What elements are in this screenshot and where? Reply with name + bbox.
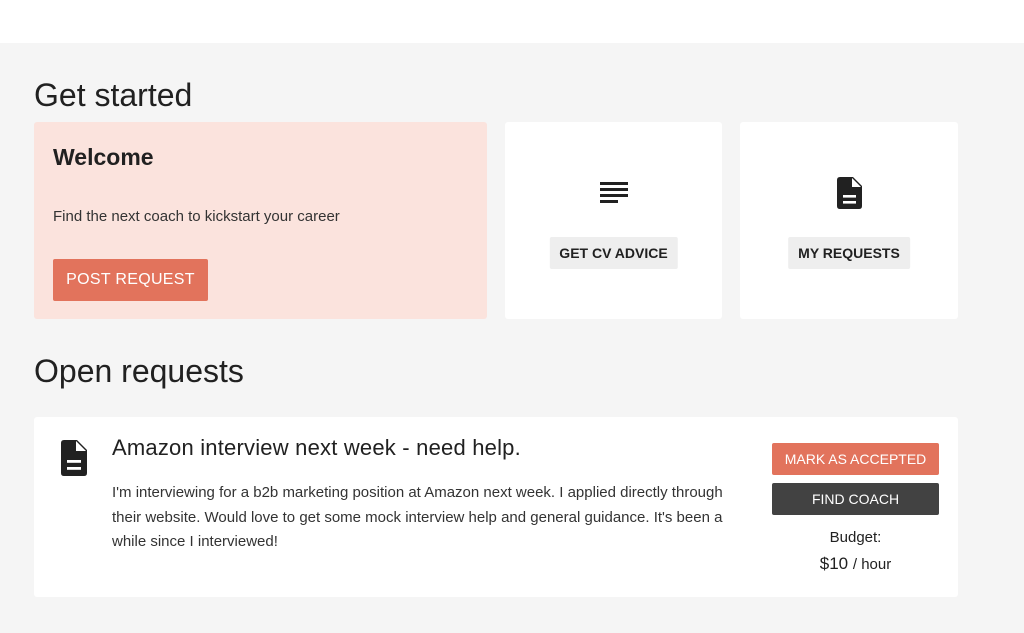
post-request-button[interactable]: POST REQUEST	[53, 259, 208, 301]
main-content: Get started Welcome Find the next coach …	[0, 43, 1024, 633]
document-icon	[61, 440, 87, 476]
get-started-heading: Get started	[34, 77, 193, 113]
my-requests-button[interactable]: MY REQUESTS	[788, 237, 910, 269]
cv-advice-card[interactable]: GET CV ADVICE	[505, 122, 722, 319]
find-coach-button[interactable]: FIND COACH	[772, 483, 939, 515]
text-lines-icon	[599, 182, 628, 203]
document-icon	[837, 177, 862, 209]
mark-as-accepted-button[interactable]: MARK AS ACCEPTED	[772, 443, 939, 475]
request-description: I'm interviewing for a b2b marketing pos…	[112, 484, 723, 550]
budget-label: Budget:	[829, 529, 882, 546]
top-bar	[0, 0, 1024, 43]
get-cv-advice-button[interactable]: GET CV ADVICE	[549, 237, 678, 269]
budget-value: $10 / hour	[772, 554, 939, 574]
request-card: Amazon interview next week - need help. …	[34, 417, 958, 597]
budget-unit: / hour	[852, 556, 892, 573]
budget-amount: $10	[819, 554, 849, 573]
welcome-card: Welcome Find the next coach to kickstart…	[34, 122, 487, 319]
open-requests-heading: Open requests	[34, 353, 244, 389]
welcome-title: Welcome	[53, 144, 154, 170]
my-requests-card[interactable]: MY REQUESTS	[740, 122, 958, 319]
request-title: Amazon interview next week - need help.	[112, 435, 521, 460]
welcome-subtitle: Find the next coach to kickstart your ca…	[53, 208, 340, 225]
